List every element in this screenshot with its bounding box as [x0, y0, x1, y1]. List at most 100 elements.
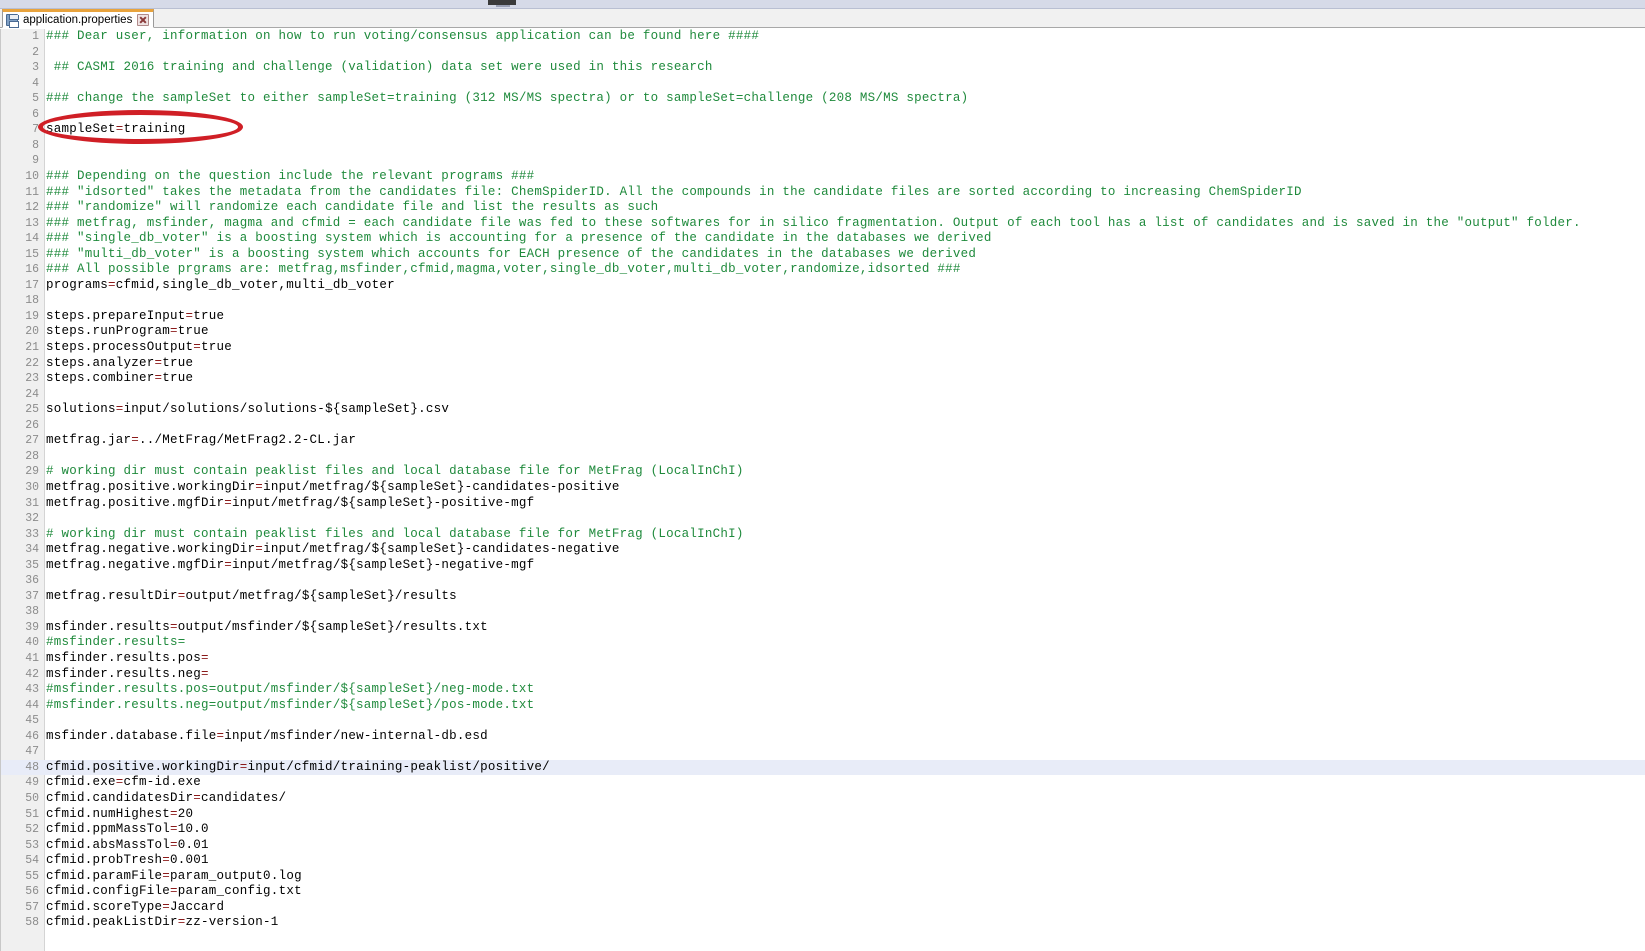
code-line-text: cfmid.ppmMassTol=10.0	[46, 822, 209, 837]
code-line[interactable]: 57 cfmid.scoreType=Jaccard	[1, 900, 1645, 916]
code-line-text: metfrag.resultDir=output/metfrag/${sampl…	[46, 588, 457, 603]
code-line[interactable]: 26	[1, 418, 1645, 434]
line-number: 39	[25, 620, 39, 634]
code-line-text: msfinder.database.file=input/msfinder/ne…	[46, 728, 488, 743]
code-line-text: solutions=input/solutions/solutions-${sa…	[46, 402, 450, 417]
code-line-text: cfmid.absMassTol=0.01	[46, 837, 209, 852]
line-number: 51	[25, 807, 39, 821]
code-line-text: steps.analyzer=true	[46, 355, 194, 370]
code-line[interactable]: 17 programs=cfmid,single_db_voter,multi_d…	[1, 278, 1645, 294]
line-number: 30	[25, 480, 39, 494]
code-line[interactable]: 14 ### "single_db_voter" is a boosting sy…	[1, 231, 1645, 247]
code-line[interactable]: 37 metfrag.resultDir=output/metfrag/${sam…	[1, 589, 1645, 605]
code-line[interactable]: 34 metfrag.negative.workingDir=input/metf…	[1, 542, 1645, 558]
code-line[interactable]: 22 steps.analyzer=true	[1, 356, 1645, 372]
code-line[interactable]: 36	[1, 573, 1645, 589]
line-number: 2	[32, 45, 39, 59]
code-line[interactable]: 45	[1, 713, 1645, 729]
code-line[interactable]: 19 steps.prepareInput=true	[1, 309, 1645, 325]
code-line[interactable]: 6	[1, 107, 1645, 123]
code-line[interactable]: 3 ## CASMI 2016 training and challenge (…	[1, 60, 1645, 76]
line-number: 40	[25, 636, 39, 650]
code-line[interactable]: 35 metfrag.negative.mgfDir=input/metfrag/…	[1, 558, 1645, 574]
code-line[interactable]: 46 msfinder.database.file=input/msfinder/…	[1, 729, 1645, 745]
code-line[interactable]: 47	[1, 744, 1645, 760]
code-line-text: steps.combiner=true	[46, 371, 194, 386]
code-line[interactable]: 48 cfmid.positive.workingDir=input/cfmid/…	[1, 759, 1645, 776]
code-line[interactable]: 49 cfmid.exe=cfm-id.exe	[1, 775, 1645, 791]
code-line[interactable]: 23 steps.combiner=true	[1, 371, 1645, 387]
code-line[interactable]: 7 sampleSet=training	[1, 122, 1645, 138]
code-line[interactable]: 39 msfinder.results=output/msfinder/${sam…	[1, 620, 1645, 636]
code-line[interactable]: 10 ### Depending on the question include …	[1, 169, 1645, 185]
code-line[interactable]: 31 metfrag.positive.mgfDir=input/metfrag/…	[1, 496, 1645, 512]
code-line[interactable]: 29 # working dir must contain peaklist fi…	[1, 464, 1645, 480]
code-line[interactable]: 20 steps.runProgram=true	[1, 324, 1645, 340]
code-line[interactable]: 32	[1, 511, 1645, 527]
line-number: 3	[32, 61, 39, 75]
code-line[interactable]: 58 cfmid.peakListDir=zz-version-1	[1, 915, 1645, 931]
line-number: 34	[25, 543, 39, 557]
code-line[interactable]: 52 cfmid.ppmMassTol=10.0	[1, 822, 1645, 838]
line-number: 52	[25, 823, 39, 837]
code-line[interactable]: 4	[1, 76, 1645, 92]
code-line[interactable]: 54 cfmid.probTresh=0.001	[1, 853, 1645, 869]
line-number: 48	[25, 760, 39, 774]
code-line[interactable]: 9	[1, 153, 1645, 169]
code-line-text: cfmid.candidatesDir=candidates/	[46, 790, 287, 805]
line-number: 57	[25, 900, 39, 914]
code-line[interactable]: 55 cfmid.paramFile=param_output0.log	[1, 869, 1645, 885]
code-line[interactable]: 40 #msfinder.results=	[1, 635, 1645, 651]
code-line[interactable]: 33 # working dir must contain peaklist fi…	[1, 527, 1645, 543]
code-editor[interactable]: 1 ### Dear user, information on how to ru…	[0, 29, 1645, 951]
code-line[interactable]: 50 cfmid.candidatesDir=candidates/	[1, 791, 1645, 807]
code-line[interactable]: 24	[1, 387, 1645, 403]
tab-application-properties[interactable]: application.properties	[2, 9, 155, 28]
code-line-text: cfmid.scoreType=Jaccard	[46, 899, 225, 914]
code-line[interactable]: 42 msfinder.results.neg=	[1, 667, 1645, 683]
line-number: 27	[25, 434, 39, 448]
line-number: 7	[32, 123, 39, 137]
code-line[interactable]: 8	[1, 138, 1645, 154]
code-line[interactable]: 51 cfmid.numHighest=20	[1, 807, 1645, 823]
line-number: 45	[25, 714, 39, 728]
line-number: 24	[25, 387, 39, 401]
code-line[interactable]: 2	[1, 45, 1645, 61]
line-number: 11	[25, 185, 39, 199]
line-number: 43	[25, 683, 39, 697]
code-line[interactable]: 28	[1, 449, 1645, 465]
code-line[interactable]: 27 metfrag.jar=../MetFrag/MetFrag2.2-CL.j…	[1, 433, 1645, 449]
line-number: 20	[25, 325, 39, 339]
code-line[interactable]: 16 ### All possible prgrams are: metfrag,…	[1, 262, 1645, 278]
code-line[interactable]: 41 msfinder.results.pos=	[1, 651, 1645, 667]
code-line[interactable]: 25 solutions=input/solutions/solutions-${…	[1, 402, 1645, 418]
code-content-area[interactable]: 1 ### Dear user, information on how to ru…	[1, 29, 1645, 951]
code-line[interactable]: 11 ### "idsorted" takes the metadata from…	[1, 185, 1645, 201]
code-line-text: ### change the sampleSet to either sampl…	[46, 91, 969, 106]
code-line[interactable]: 5 ### change the sampleSet to either samp…	[1, 91, 1645, 107]
code-line[interactable]: 38	[1, 604, 1645, 620]
code-line[interactable]: 44 #msfinder.results.neg=output/msfinder/…	[1, 698, 1645, 714]
code-line-text: steps.processOutput=true	[46, 340, 233, 354]
code-line[interactable]: 15 ### "multi_db_voter" is a boosting sys…	[1, 247, 1645, 263]
code-line[interactable]: 13 ### metfrag, msfinder, magma and cfmid…	[1, 216, 1645, 232]
close-icon[interactable]	[137, 13, 150, 26]
line-number: 50	[25, 791, 39, 805]
code-line[interactable]: 53 cfmid.absMassTol=0.01	[1, 838, 1645, 854]
code-line[interactable]: 43 #msfinder.results.pos=output/msfinder/…	[1, 682, 1645, 698]
save-disk-icon	[6, 13, 19, 28]
line-number: 58	[25, 916, 39, 930]
line-number: 55	[25, 869, 39, 883]
code-line[interactable]: 21 steps.processOutput=true	[1, 340, 1645, 356]
code-line-text: programs=cfmid,single_db_voter,multi_db_…	[46, 277, 395, 292]
line-number: 42	[25, 667, 39, 681]
line-number: 15	[25, 247, 39, 261]
code-line[interactable]: 1 ### Dear user, information on how to ru…	[1, 29, 1645, 45]
tab-label: application.properties	[23, 13, 133, 26]
code-line[interactable]: 18	[1, 293, 1645, 309]
code-line[interactable]: 30 metfrag.positive.workingDir=input/metf…	[1, 480, 1645, 496]
code-line[interactable]: 12 ### "randomize" will randomize each ca…	[1, 200, 1645, 216]
code-line-text: cfmid.positive.workingDir=input/cfmid/tr…	[46, 759, 550, 774]
code-line[interactable]: 56 cfmid.configFile=param_config.txt	[1, 884, 1645, 900]
line-number: 19	[25, 309, 39, 323]
